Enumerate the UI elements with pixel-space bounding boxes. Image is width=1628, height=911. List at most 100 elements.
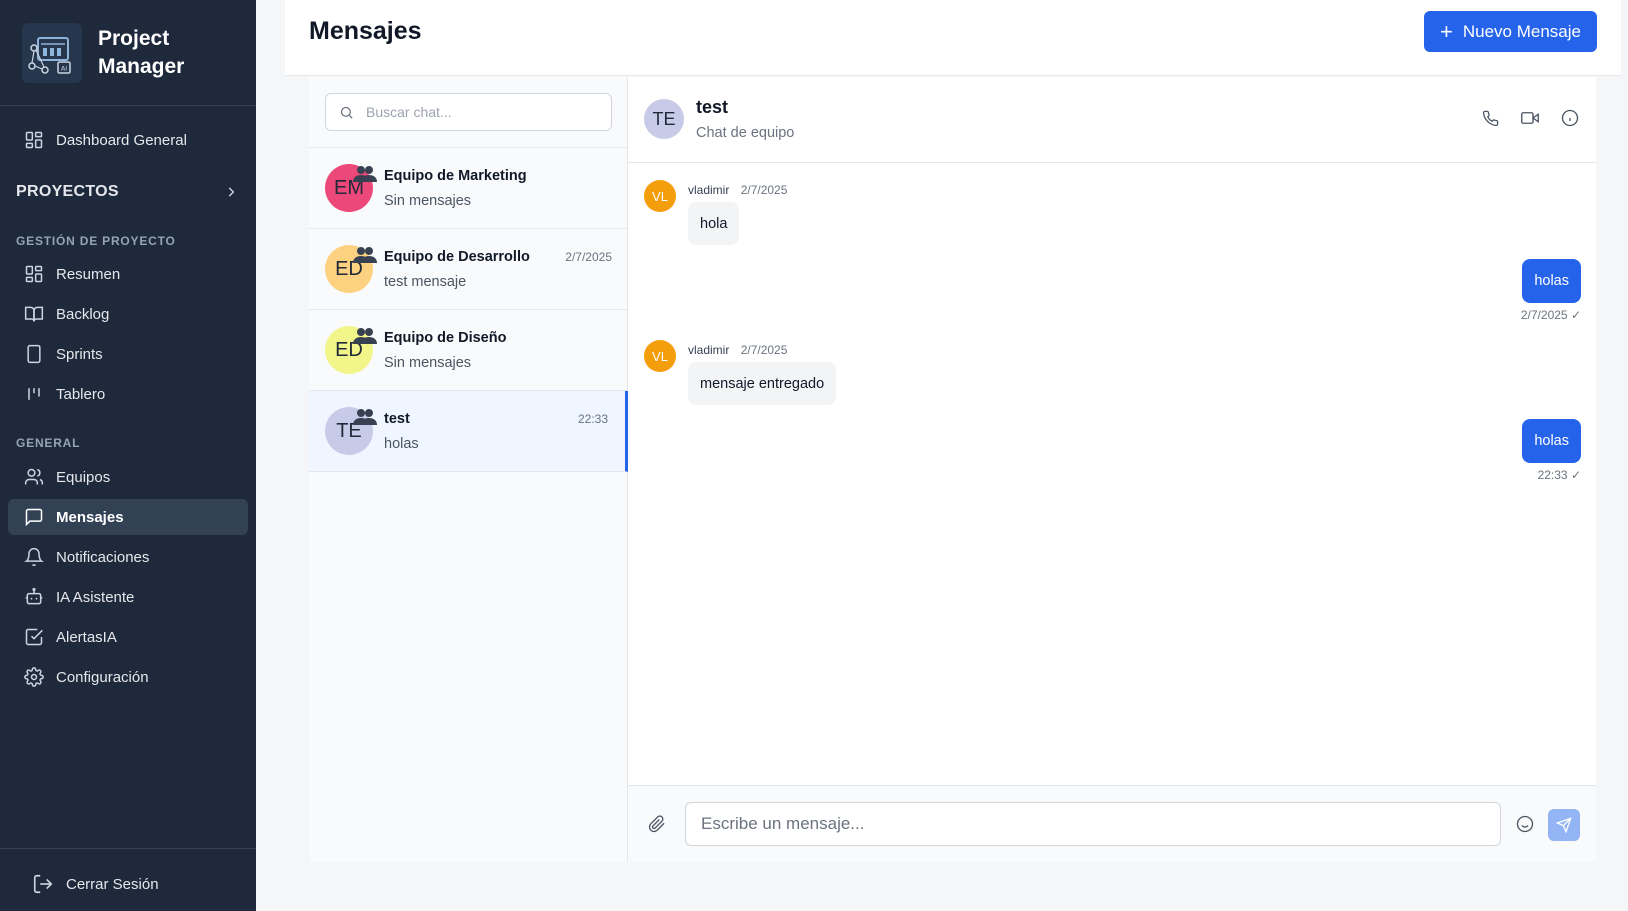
message-composer (628, 785, 1596, 862)
conversation-header: TE test Chat de equipo (628, 77, 1596, 163)
message-input[interactable] (685, 802, 1501, 846)
message-status: ✓ (1570, 308, 1581, 322)
nav-backlog[interactable]: Backlog (8, 296, 248, 332)
svg-text:AI: AI (61, 64, 67, 72)
section-label-general: GENERAL (16, 436, 81, 450)
nav-label: Resumen (56, 265, 121, 283)
avatar: TE (644, 99, 684, 139)
chat-icon (25, 508, 43, 527)
message-time: 2/7/2025 (740, 343, 788, 357)
brand: AI Project Manager (0, 0, 256, 106)
chat-preview: Sin mensajes (384, 193, 472, 209)
group-icon (353, 166, 377, 182)
message-meta: vladimir 2/7/2025 (688, 183, 787, 197)
logout-label: Cerrar Sesión (66, 875, 159, 893)
app-title-line2: Manager (98, 54, 185, 78)
grid-icon (25, 131, 43, 149)
page-title: Mensajes (309, 17, 422, 45)
info-icon (1561, 109, 1579, 127)
sidebar: AI Project Manager Dashboard General PRO… (0, 0, 256, 911)
group-icon (353, 328, 377, 344)
gear-icon (24, 667, 44, 687)
bot-icon (25, 587, 43, 605)
nav-alertasia[interactable]: AlertasIA (8, 619, 248, 655)
phone-icon (1482, 110, 1498, 126)
chat-search-area (309, 77, 627, 148)
video-call-button[interactable] (1520, 108, 1540, 128)
tablet-icon (27, 344, 41, 364)
bell-icon (24, 547, 44, 567)
chat-item-test[interactable]: TE test 22:33 holas (309, 391, 628, 472)
nav-label: Tablero (56, 385, 106, 403)
chevron-right-icon (228, 187, 235, 197)
chat-preview: test mensaje (384, 274, 467, 290)
grid-icon (25, 265, 43, 283)
paperclip-icon[interactable] (648, 815, 666, 833)
chat-search-input[interactable] (326, 94, 611, 130)
group-icon (353, 247, 377, 263)
chat-name: Equipo de Desarrollo (384, 249, 530, 265)
nav-sprints[interactable]: Sprints (8, 336, 248, 372)
video-icon (1521, 112, 1539, 124)
message-time: 2/7/2025 (1520, 308, 1568, 322)
chat-name: test (384, 411, 410, 427)
chat-list-panel: EM Equipo de Marketing Sin mensajes ED E… (309, 77, 628, 862)
logout-button[interactable]: Cerrar Sesión (32, 873, 159, 895)
message-bubble: hola (688, 202, 740, 245)
chat-preview: holas (384, 436, 419, 452)
plus-icon: + (1440, 18, 1453, 44)
users-icon (24, 468, 44, 485)
nav-label: Dashboard General (56, 131, 187, 149)
logout-icon (33, 874, 53, 894)
send-icon (1556, 817, 1572, 833)
conversation-actions (1480, 108, 1580, 128)
chat-item-desarrollo[interactable]: ED Equipo de Desarrollo 2/7/2025 test me… (309, 229, 628, 310)
book-icon (24, 306, 44, 322)
nav-mensajes[interactable]: Mensajes (8, 499, 248, 535)
message-meta: 2/7/2025 ✓ (1521, 308, 1581, 322)
nav-configuracion[interactable]: Configuración (8, 659, 248, 695)
nav-label: AlertasIA (56, 628, 117, 646)
avatar: VL (644, 340, 676, 372)
info-button[interactable] (1560, 108, 1580, 128)
chat-name: Equipo de Marketing (384, 168, 527, 184)
message-bubble: holas (1522, 419, 1581, 463)
message-time: 2/7/2025 (740, 183, 788, 197)
sidebar-footer: Cerrar Sesión (0, 848, 256, 911)
message-bubble: holas (1522, 259, 1581, 303)
new-message-button[interactable]: + Nuevo Mensaje (1424, 11, 1597, 52)
new-message-label: Nuevo Mensaje (1462, 21, 1581, 41)
app-title-line1: Project (98, 26, 170, 50)
nav-ia-asistente[interactable]: IA Asistente (8, 579, 248, 615)
app-title: Project Manager (98, 25, 208, 81)
nav-dashboard-general[interactable]: Dashboard General (8, 122, 248, 158)
nav-label: Notificaciones (56, 548, 150, 566)
app-logo: AI (22, 22, 82, 83)
call-button[interactable] (1480, 108, 1500, 128)
kanban-icon (28, 388, 40, 400)
nav-label: Backlog (56, 305, 110, 323)
chat-search (325, 93, 612, 131)
chat-time: 2/7/2025 (565, 250, 612, 264)
nav-label: Equipos (56, 468, 111, 486)
message-status: ✓ (1570, 468, 1581, 482)
chat-preview: Sin mensajes (384, 355, 472, 371)
message-author: vladimir (688, 343, 730, 357)
send-button[interactable] (1548, 809, 1580, 841)
projects-toggle[interactable]: PROYECTOS (16, 183, 238, 201)
message-outgoing: holas 2/7/2025 ✓ (1521, 259, 1581, 322)
nav-resumen[interactable]: Resumen (8, 256, 248, 292)
message-outgoing: holas 22:33 ✓ (1522, 419, 1581, 482)
chat-name: Equipo de Diseño (384, 330, 507, 346)
avatar: VL (644, 180, 676, 212)
message-bubble: mensaje entregado (688, 362, 837, 405)
nav-equipos[interactable]: Equipos (8, 459, 248, 495)
nav-tablero[interactable]: Tablero (8, 376, 248, 412)
chat-item-marketing[interactable]: EM Equipo de Marketing Sin mensajes (309, 148, 628, 229)
search-icon (340, 106, 353, 119)
section-label-project-management: GESTIÓN DE PROYECTO (16, 234, 176, 248)
smile-icon[interactable] (1516, 815, 1534, 833)
conversation-panel: TE test Chat de equipo VL vladimir 2/7/2… (628, 77, 1596, 862)
chat-item-diseno[interactable]: ED Equipo de Diseño Sin mensajes (309, 310, 628, 391)
nav-notificaciones[interactable]: Notificaciones (8, 539, 248, 575)
